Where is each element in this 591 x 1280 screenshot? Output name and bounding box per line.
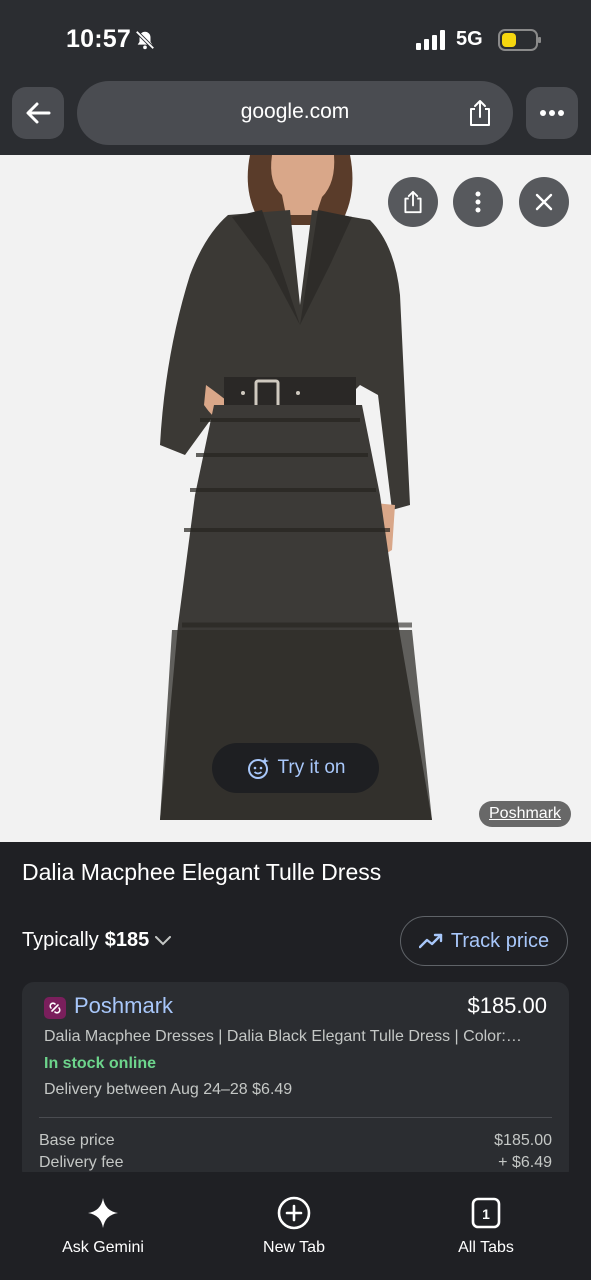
status-bar: 10:57 5G: [0, 0, 591, 78]
divider: [39, 1117, 552, 1118]
typical-price-toggle[interactable]: Typically $185: [22, 929, 172, 952]
delivery-info: Delivery between Aug 24–28 $6.49: [44, 1081, 293, 1098]
bell-muted-icon: [135, 30, 155, 50]
ellipsis-icon: [540, 110, 564, 116]
product-title: Dalia Macphee Elegant Tulle Dress: [22, 859, 382, 885]
product-panel: Dalia Macphee Elegant Tulle Dress Typica…: [0, 842, 591, 1182]
all-tabs-label: All Tabs: [458, 1239, 514, 1256]
stock-status: In stock online: [44, 1055, 157, 1072]
try-on-sparkle-icon: [247, 757, 269, 779]
offer-card[interactable]: Poshmark $185.00 Dalia Macphee Dresses |…: [22, 982, 569, 1182]
offer-price: $185.00: [467, 993, 547, 1018]
product-image-viewer: Try it on Poshmark: [0, 155, 591, 842]
image-source-link[interactable]: Poshmark: [479, 801, 572, 827]
network-type: 5G: [456, 28, 483, 50]
close-image-button[interactable]: [519, 177, 569, 227]
more-options-button[interactable]: [526, 87, 578, 139]
clock: 10:57: [66, 25, 131, 53]
browser-toolbar: google.com: [0, 78, 591, 155]
share-image-button[interactable]: [388, 177, 438, 227]
base-price-label: Base price: [39, 1132, 115, 1149]
url-text: google.com: [240, 100, 350, 123]
delivery-fee-value: + $6.49: [498, 1154, 552, 1171]
battery-icon: [498, 29, 541, 51]
ask-gemini-button[interactable]: Ask Gemini: [28, 1196, 178, 1257]
product-photo: [160, 155, 432, 820]
tab-count: 1: [482, 1206, 490, 1222]
share-icon[interactable]: [467, 99, 493, 127]
address-bar[interactable]: google.com: [77, 81, 513, 145]
typical-price-value: $185: [104, 929, 150, 951]
store-name[interactable]: Poshmark: [74, 993, 173, 1019]
offer-description: Dalia Macphee Dresses | Dalia Black Eleg…: [44, 1028, 522, 1045]
bottom-navigation: Ask Gemini New Tab 1 All Tabs: [0, 1172, 591, 1280]
poshmark-logo-icon: [44, 997, 66, 1019]
new-tab-label: New Tab: [263, 1239, 325, 1256]
tabs-icon: 1: [471, 1197, 501, 1229]
vertical-ellipsis-icon: [475, 191, 481, 213]
delivery-fee-label: Delivery fee: [39, 1154, 124, 1171]
typical-price-prefix: Typically: [22, 929, 99, 951]
close-icon: [535, 193, 553, 211]
new-tab-button[interactable]: New Tab: [219, 1196, 369, 1257]
arrow-left-icon: [26, 102, 51, 124]
track-price-button[interactable]: Track price: [400, 916, 568, 966]
try-it-on-button[interactable]: Try it on: [212, 743, 379, 793]
image-more-button[interactable]: [453, 177, 503, 227]
chevron-down-icon: [155, 935, 172, 945]
plus-circle-icon: [277, 1196, 311, 1230]
share-icon: [404, 190, 422, 214]
base-price-value: $185.00: [494, 1132, 552, 1149]
track-price-label: Track price: [450, 929, 550, 952]
all-tabs-button[interactable]: 1 All Tabs: [411, 1196, 561, 1257]
back-button[interactable]: [12, 87, 64, 139]
trend-line-icon: [418, 933, 443, 949]
gemini-sparkle-icon: [88, 1198, 118, 1228]
ask-gemini-label: Ask Gemini: [62, 1239, 144, 1256]
try-it-on-label: Try it on: [277, 757, 346, 778]
signal-icon: [416, 30, 445, 50]
